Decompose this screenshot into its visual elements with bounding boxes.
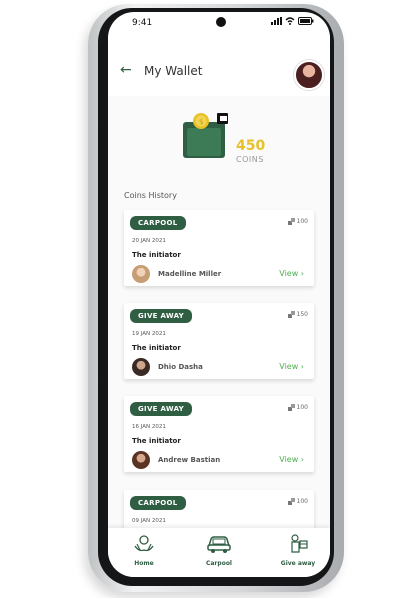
nav-home[interactable]: Home bbox=[114, 534, 174, 567]
initiator-label: The initiator bbox=[132, 437, 181, 445]
coins-balance: 450 bbox=[236, 138, 266, 154]
coin-stack-icon bbox=[287, 311, 295, 318]
nav-carpool[interactable]: Carpool bbox=[189, 534, 249, 567]
wallet-content: $ 450 COINS Coins History CARPOOL 100 20… bbox=[108, 96, 330, 540]
svg-text:$: $ bbox=[199, 118, 203, 126]
person-avatar bbox=[132, 265, 150, 283]
category-badge: CARPOOL bbox=[130, 216, 186, 230]
person-name: Dhio Dasha bbox=[158, 363, 203, 371]
initiator-label: The initiator bbox=[132, 344, 181, 352]
coin-stack-icon bbox=[287, 498, 295, 505]
giveaway-icon bbox=[291, 534, 308, 553]
battery-icon bbox=[298, 17, 314, 25]
nav-carpool-label: Carpool bbox=[205, 560, 232, 567]
coin-stack-icon bbox=[287, 218, 295, 225]
history-card[interactable]: GIVE AWAY 100 16 JAN 2021 The initiator … bbox=[124, 396, 314, 472]
history-date: 20 JAN 2021 bbox=[132, 238, 166, 244]
wifi-icon bbox=[285, 17, 295, 25]
page-title: My Wallet bbox=[144, 64, 203, 78]
signal-icon bbox=[271, 17, 282, 25]
category-badge: GIVE AWAY bbox=[130, 309, 193, 323]
bottom-navigation: Home Carpool Give away bbox=[108, 528, 330, 577]
view-link[interactable]: View › bbox=[279, 362, 304, 371]
nav-home-label: Home bbox=[134, 560, 154, 567]
category-badge: CARPOOL bbox=[130, 496, 186, 510]
points-label: 100 bbox=[287, 218, 308, 225]
nav-giveaway-label: Give away bbox=[280, 560, 316, 567]
app-header: ← My Wallet bbox=[108, 36, 330, 96]
points-value: 100 bbox=[296, 498, 308, 505]
points-label: 150 bbox=[287, 311, 308, 318]
person-avatar bbox=[132, 358, 150, 376]
points-value: 100 bbox=[296, 404, 308, 411]
history-date: 09 JAN 2021 bbox=[132, 518, 166, 524]
view-link[interactable]: View › bbox=[279, 455, 304, 464]
points-value: 150 bbox=[296, 311, 308, 318]
person-name: Andrew Bastian bbox=[158, 456, 221, 464]
camera-icon bbox=[216, 17, 226, 27]
home-hands-icon bbox=[134, 535, 154, 552]
nav-giveaway[interactable]: Give away bbox=[268, 534, 328, 567]
coins-label: COINS bbox=[236, 155, 264, 164]
coins-history-title: Coins History bbox=[124, 191, 177, 200]
points-label: 100 bbox=[287, 498, 308, 505]
phone-screen: 9:41 ← My Wallet $ 450 COINS Coins Histo… bbox=[108, 12, 330, 577]
car-icon bbox=[207, 536, 231, 553]
person-avatar bbox=[132, 451, 150, 469]
points-label: 100 bbox=[287, 404, 308, 411]
wallet-icon: $ bbox=[183, 113, 228, 158]
back-arrow-icon[interactable]: ← bbox=[120, 62, 132, 78]
history-card[interactable]: GIVE AWAY 150 19 JAN 2021 The initiator … bbox=[124, 303, 314, 379]
history-card[interactable]: CARPOOL 100 20 JAN 2021 The initiator Ma… bbox=[124, 210, 314, 286]
category-badge: GIVE AWAY bbox=[130, 402, 193, 416]
initiator-label: The initiator bbox=[132, 251, 181, 259]
status-icons bbox=[271, 17, 314, 25]
view-link[interactable]: View › bbox=[279, 269, 304, 278]
user-avatar[interactable] bbox=[294, 60, 324, 90]
points-value: 100 bbox=[296, 218, 308, 225]
person-name: Madelline Miller bbox=[158, 270, 222, 278]
history-date: 16 JAN 2021 bbox=[132, 424, 166, 430]
status-bar: 9:41 bbox=[108, 12, 330, 36]
coin-stack-icon bbox=[287, 404, 295, 411]
status-time: 9:41 bbox=[132, 18, 153, 28]
history-date: 19 JAN 2021 bbox=[132, 331, 166, 337]
